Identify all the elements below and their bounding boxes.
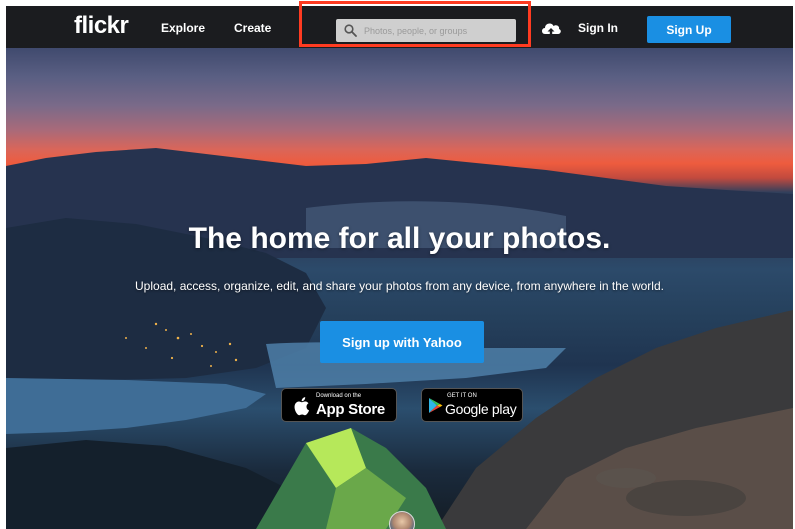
- googleplay-small-text: GET IT ON: [447, 393, 477, 399]
- hero-image: The home for all your photos. Upload, ac…: [6, 48, 793, 529]
- sign-in-link[interactable]: Sign In: [578, 21, 618, 35]
- appstore-small-text: Download on the: [316, 393, 362, 399]
- search-highlight-box: [299, 1, 531, 47]
- google-play-badge[interactable]: GET IT ON Google play: [421, 388, 523, 422]
- cloud-upload-icon[interactable]: [540, 19, 562, 39]
- googleplay-big-text: Google play: [445, 401, 517, 417]
- google-play-icon: [429, 398, 443, 413]
- app-store-badge[interactable]: Download on the App Store: [281, 388, 397, 422]
- page: flickr Explore Create Sign In Sign Up: [0, 0, 795, 529]
- hero-subheadline: Upload, access, organize, edit, and shar…: [135, 279, 664, 293]
- appstore-big-text: App Store: [316, 401, 385, 418]
- sign-up-button[interactable]: Sign Up: [647, 16, 731, 43]
- nav-explore-link[interactable]: Explore: [161, 21, 205, 35]
- sign-up-with-yahoo-button[interactable]: Sign up with Yahoo: [320, 321, 484, 363]
- flickr-logo[interactable]: flickr: [74, 12, 129, 40]
- nav-create-link[interactable]: Create: [234, 21, 271, 35]
- apple-icon: [294, 397, 309, 416]
- hero-headline: The home for all your photos.: [188, 222, 611, 255]
